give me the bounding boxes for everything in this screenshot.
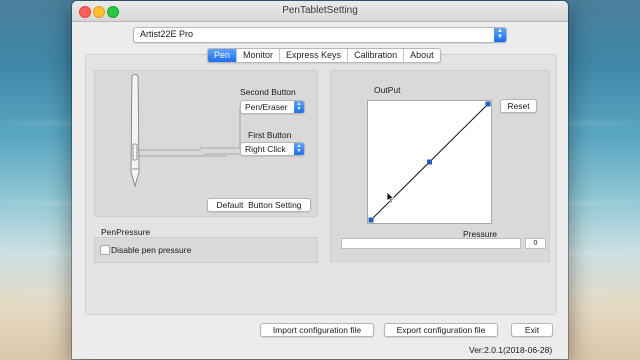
second-button-select[interactable]: Pen/Eraser ▲ ▼ bbox=[240, 100, 305, 114]
version-label: Ver:2.0.1(2018-06-28) bbox=[469, 345, 553, 355]
pressure-curve[interactable] bbox=[368, 101, 491, 223]
curve-handle-1[interactable] bbox=[427, 159, 432, 165]
device-select-value: Artist22E Pro bbox=[140, 29, 194, 39]
default-button-setting-button[interactable]: Default Button Setting bbox=[207, 198, 311, 212]
close-window-button[interactable] bbox=[79, 6, 91, 18]
chevron-updown-icon: ▲ ▼ bbox=[494, 28, 506, 42]
pressure-meter bbox=[341, 238, 521, 249]
tab-pen[interactable]: Pen bbox=[208, 49, 237, 62]
tab-express-keys[interactable]: Express Keys bbox=[279, 49, 347, 62]
second-button-label: Second Button bbox=[240, 87, 296, 97]
tab-bar: Pen Monitor Express Keys Calibration Abo… bbox=[207, 48, 441, 63]
reset-button[interactable]: Reset bbox=[500, 99, 537, 113]
window-title: PenTabletSetting bbox=[282, 5, 358, 16]
export-configuration-button[interactable]: Export configuration file bbox=[384, 323, 498, 337]
chevron-updown-icon: ▲ ▼ bbox=[294, 143, 304, 155]
pressure-curve-graph[interactable] bbox=[367, 100, 492, 224]
import-configuration-button[interactable]: Import configuration file bbox=[260, 323, 374, 337]
first-button-value: Right Click bbox=[245, 144, 286, 154]
disable-pen-pressure-label: Disable pen pressure bbox=[111, 245, 192, 255]
exit-button[interactable]: Exit bbox=[511, 323, 553, 337]
curve-handle-0[interactable] bbox=[368, 217, 374, 223]
minimize-window-button[interactable] bbox=[93, 6, 105, 18]
zoom-window-button[interactable] bbox=[107, 6, 119, 18]
mouse-cursor-icon bbox=[386, 191, 395, 204]
first-button-select[interactable]: Right Click ▲ ▼ bbox=[240, 142, 305, 156]
first-button-label: First Button bbox=[248, 130, 292, 140]
curve-handle-2[interactable] bbox=[485, 101, 491, 107]
pressure-value: 0 bbox=[525, 238, 546, 249]
window-titlebar[interactable]: PenTabletSetting bbox=[72, 1, 568, 22]
output-label: OutPut bbox=[374, 85, 401, 95]
disable-pen-pressure-checkbox[interactable] bbox=[100, 245, 110, 255]
chevron-updown-icon: ▲ ▼ bbox=[294, 101, 304, 113]
pen-tablet-window: PenTabletSetting Artist22E Pro ▲ ▼ Pen Mo… bbox=[72, 1, 568, 359]
pen-pressure-group-label: PenPressure bbox=[101, 227, 151, 237]
device-select[interactable]: Artist22E Pro ▲ ▼ bbox=[133, 27, 507, 43]
tab-calibration[interactable]: Calibration bbox=[347, 49, 403, 62]
second-button-value: Pen/Eraser bbox=[245, 102, 288, 112]
tab-about[interactable]: About bbox=[403, 49, 440, 62]
tab-monitor[interactable]: Monitor bbox=[236, 49, 279, 62]
